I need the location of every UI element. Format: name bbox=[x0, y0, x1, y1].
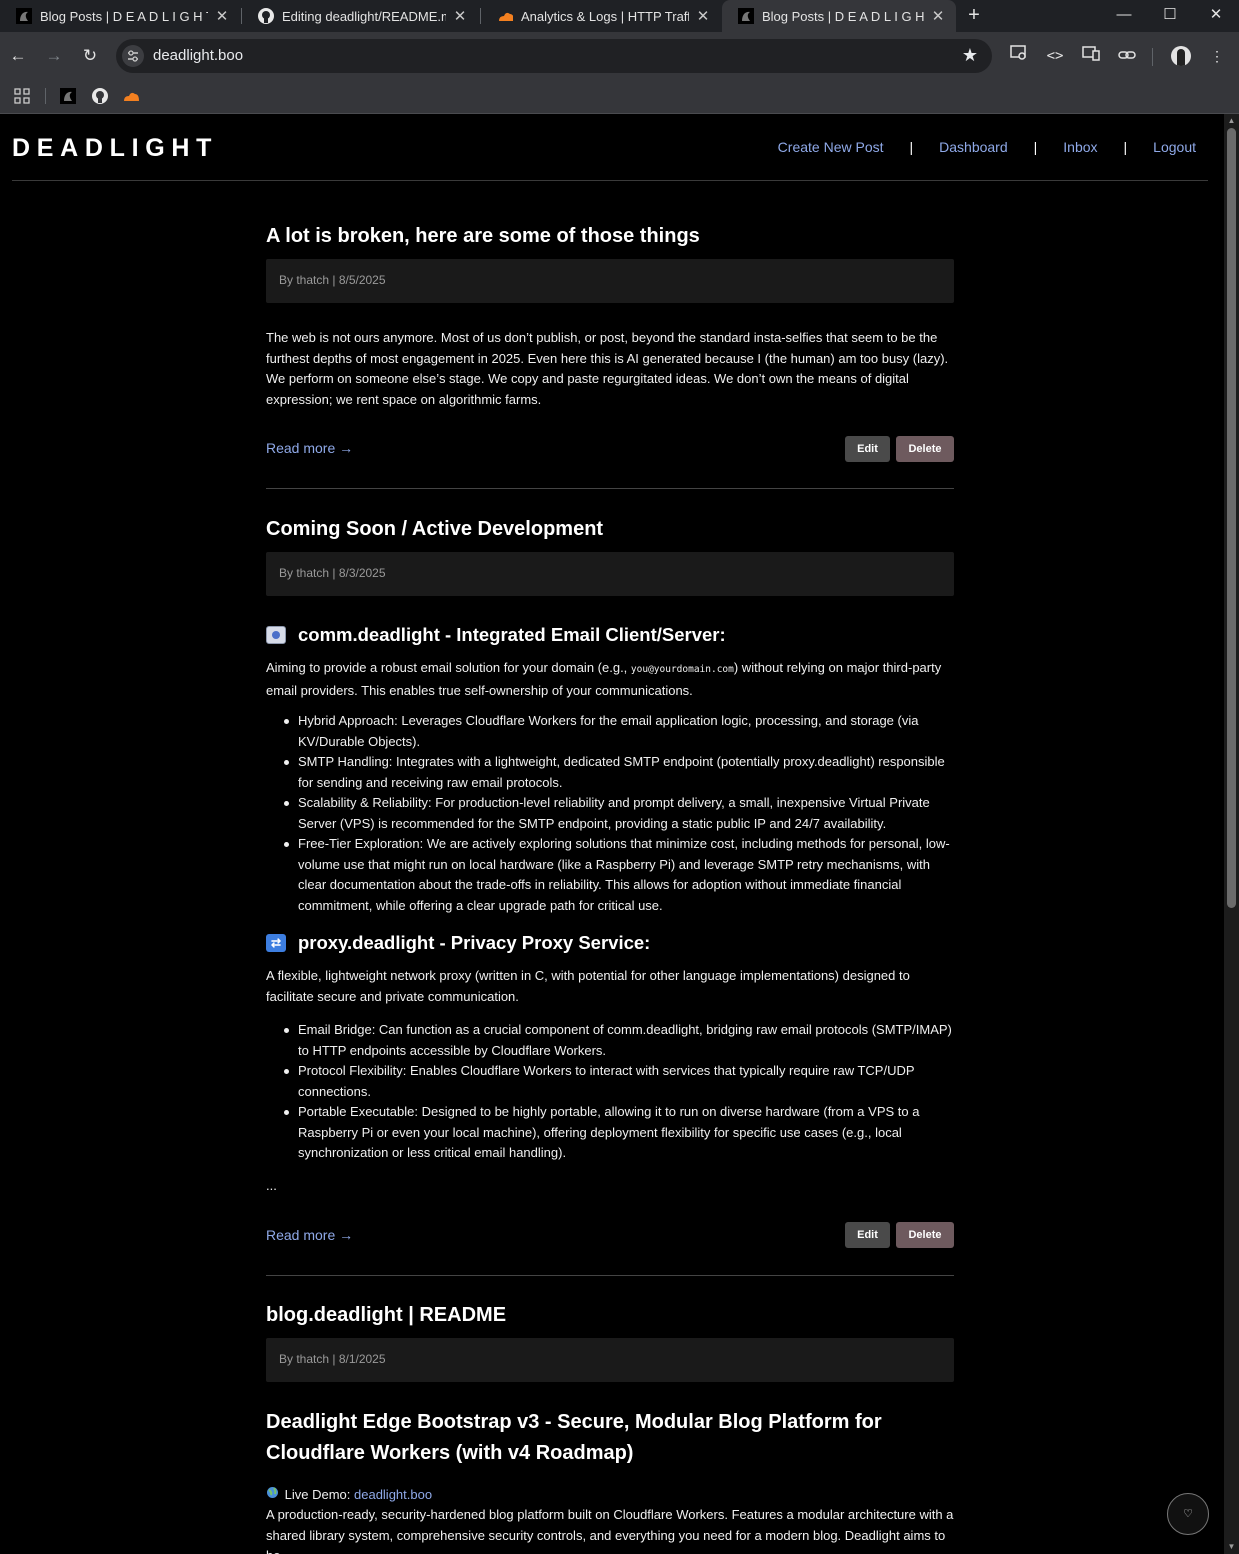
post-title[interactable]: blog.deadlight | README bbox=[266, 1304, 506, 1327]
list-item: Portable Executable: Designed to be high… bbox=[284, 1102, 954, 1164]
cloudflare-favicon bbox=[497, 8, 513, 24]
live-demo-link[interactable]: deadlight.boo bbox=[354, 1487, 432, 1502]
address-bar[interactable]: deadlight.boo ★ bbox=[116, 39, 992, 73]
close-icon[interactable]: ✕ bbox=[930, 7, 946, 25]
list-item: Email Bridge: Can function as a crucial … bbox=[284, 1020, 954, 1061]
edit-button[interactable]: Edit bbox=[845, 1222, 890, 1248]
site-brand[interactable]: DEADLIGHT bbox=[12, 134, 218, 163]
list-item: Protocol Flexibility: Enables Cloudflare… bbox=[284, 1061, 954, 1102]
nav-separator: | bbox=[1123, 139, 1128, 155]
post-meta: By thatch | 8/5/2025 bbox=[266, 259, 954, 303]
close-icon[interactable]: ✕ bbox=[695, 7, 711, 25]
globe-icon bbox=[266, 1486, 281, 1502]
new-tab-icon[interactable]: + bbox=[962, 0, 986, 32]
post-title[interactable]: A lot is broken, here are some of those … bbox=[266, 225, 700, 248]
live-demo-label: Live Demo: bbox=[284, 1487, 354, 1502]
post-divider bbox=[266, 1275, 954, 1276]
nav-logout[interactable]: Logout bbox=[1153, 139, 1196, 155]
reload-icon[interactable]: ↻ bbox=[78, 44, 102, 68]
cloudflare-bookmark-icon[interactable] bbox=[120, 85, 142, 107]
list-item: Free-Tier Exploration: We are actively e… bbox=[284, 834, 954, 916]
deadlight-favicon bbox=[738, 8, 754, 24]
site-header: DEADLIGHT Create New Post | Dashboard | … bbox=[12, 114, 1208, 181]
bookmark-star-icon[interactable]: ★ bbox=[962, 45, 978, 66]
section-heading-proxy: ⇄ proxy.deadlight - Privacy Proxy Servic… bbox=[266, 932, 650, 954]
feature-list: Hybrid Approach: Leverages Cloudflare Wo… bbox=[284, 711, 954, 916]
email-emoji-icon bbox=[266, 626, 286, 644]
edit-button[interactable]: Edit bbox=[845, 436, 890, 462]
post-title[interactable]: Coming Soon / Active Development bbox=[266, 518, 603, 541]
apps-icon[interactable] bbox=[11, 85, 33, 107]
url-text: deadlight.boo bbox=[153, 47, 244, 64]
read-more-link[interactable]: Read more → bbox=[266, 1227, 353, 1243]
scroll-down-arrow-icon[interactable]: ▼ bbox=[1227, 1543, 1236, 1551]
scrollbar-thumb[interactable] bbox=[1227, 128, 1236, 908]
shuffle-emoji-icon: ⇄ bbox=[266, 934, 286, 952]
site-info-icon[interactable] bbox=[122, 45, 144, 67]
read-more-link[interactable]: Read more → bbox=[266, 440, 353, 456]
scroll-top-button[interactable]: ♡ bbox=[1167, 1493, 1209, 1535]
github-favicon bbox=[258, 8, 274, 24]
post-meta: By thatch | 8/3/2025 bbox=[266, 552, 954, 596]
scroll-up-arrow-icon[interactable]: ▲ bbox=[1227, 117, 1236, 125]
close-icon[interactable]: ✕ bbox=[452, 7, 468, 25]
deadlight-bookmark-icon[interactable] bbox=[57, 85, 79, 107]
truncation-ellipsis: ... bbox=[266, 1178, 277, 1193]
minimize-icon[interactable]: — bbox=[1101, 0, 1147, 32]
site-nav: Create New Post | Dashboard | Inbox | Lo… bbox=[778, 139, 1196, 155]
feature-list: Email Bridge: Can function as a crucial … bbox=[284, 1020, 954, 1164]
tab-github-editing[interactable]: Editing deadlight/README.md at ✕ bbox=[242, 0, 478, 32]
list-item: Scalability & Reliability: For productio… bbox=[284, 793, 954, 834]
post-divider bbox=[266, 488, 954, 489]
tab-blog-posts-1[interactable]: Blog Posts | D E A D L I G H T ✕ bbox=[0, 0, 240, 32]
device-toolbar-icon[interactable] bbox=[1079, 44, 1103, 68]
nav-inbox[interactable]: Inbox bbox=[1063, 139, 1097, 155]
tab-title: Blog Posts | D E A D L I G H T bbox=[762, 8, 924, 24]
delete-button[interactable]: Delete bbox=[896, 436, 954, 462]
tab-title: Editing deadlight/README.md at bbox=[282, 8, 446, 24]
github-bookmark-icon[interactable] bbox=[89, 85, 111, 107]
readme-intro: A production-ready, security-hardened bl… bbox=[266, 1507, 954, 1554]
post-excerpt: The web is not ours anymore. Most of us … bbox=[266, 330, 949, 407]
list-item: SMTP Handling: Integrates with a lightwe… bbox=[284, 752, 954, 793]
bookmarks-bar bbox=[0, 80, 1239, 114]
window-close-icon[interactable]: ✕ bbox=[1193, 0, 1239, 32]
forward-icon[interactable]: → bbox=[42, 44, 66, 68]
browser-toolbar: ← → ↻ deadlight.boo ★ <> ⋮ bbox=[0, 32, 1239, 80]
section-intro: A flexible, lightweight network proxy (w… bbox=[266, 968, 910, 1004]
live-demo-line: Live Demo: deadlight.boo bbox=[266, 1486, 432, 1502]
post-meta: By thatch | 8/1/2025 bbox=[266, 1338, 954, 1382]
maximize-icon[interactable]: ☐ bbox=[1147, 0, 1193, 32]
nav-dashboard[interactable]: Dashboard bbox=[939, 139, 1008, 155]
code-icon[interactable]: <> bbox=[1043, 44, 1067, 68]
nav-create-new-post[interactable]: Create New Post bbox=[778, 139, 884, 155]
bookmarks-divider bbox=[45, 88, 46, 104]
toolbar-divider bbox=[1152, 48, 1153, 66]
profile-avatar[interactable] bbox=[1171, 46, 1191, 66]
inline-code: you@yourdomain.com bbox=[630, 664, 734, 675]
tab-search-icon[interactable] bbox=[1007, 44, 1031, 68]
section-heading-comm: comm.deadlight - Integrated Email Client… bbox=[266, 624, 726, 646]
back-icon[interactable]: ← bbox=[6, 44, 30, 68]
link-icon[interactable] bbox=[1115, 44, 1139, 68]
section-heading-text: comm.deadlight - Integrated Email Client… bbox=[298, 624, 726, 645]
readme-heading: Deadlight Edge Bootstrap v3 - Secure, Mo… bbox=[266, 1411, 882, 1464]
intro-text: Aiming to provide a robust email solutio… bbox=[266, 660, 631, 675]
menu-kebab-icon[interactable]: ⋮ bbox=[1205, 44, 1229, 68]
deadlight-favicon bbox=[16, 8, 32, 24]
tab-title: Analytics & Logs | HTTP Traffic | bbox=[521, 8, 689, 24]
page-scrollbar[interactable]: ▲ ▼ bbox=[1224, 114, 1239, 1554]
close-icon[interactable]: ✕ bbox=[214, 7, 230, 25]
tab-strip: Blog Posts | D E A D L I G H T ✕ Editing… bbox=[0, 0, 1239, 32]
delete-button[interactable]: Delete bbox=[896, 1222, 954, 1248]
nav-separator: | bbox=[909, 139, 914, 155]
tab-blog-posts-active[interactable]: Blog Posts | D E A D L I G H T ✕ bbox=[722, 0, 956, 32]
list-item: Hybrid Approach: Leverages Cloudflare Wo… bbox=[284, 711, 954, 752]
page-viewport: DEADLIGHT Create New Post | Dashboard | … bbox=[0, 114, 1224, 1554]
section-heading-text: proxy.deadlight - Privacy Proxy Service: bbox=[298, 932, 651, 953]
tab-title: Blog Posts | D E A D L I G H T bbox=[40, 8, 208, 24]
tab-cloudflare-analytics[interactable]: Analytics & Logs | HTTP Traffic | ✕ bbox=[481, 0, 721, 32]
section-intro: Aiming to provide a robust email solutio… bbox=[266, 658, 954, 701]
nav-separator: | bbox=[1033, 139, 1038, 155]
